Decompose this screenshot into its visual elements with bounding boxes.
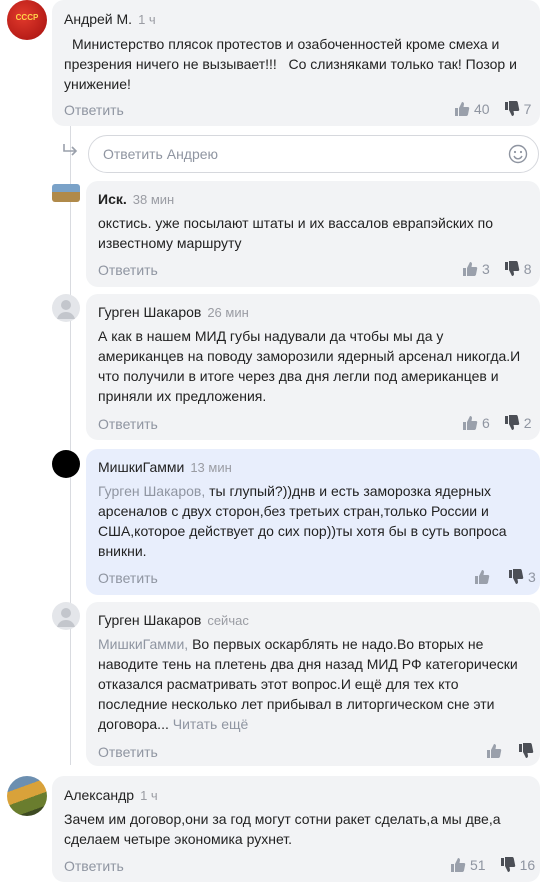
- author-name[interactable]: Иск.: [98, 191, 127, 207]
- vote-controls: 3: [474, 569, 536, 585]
- vote-controls: [486, 743, 538, 759]
- like-count: 40: [474, 101, 490, 117]
- comment-text-line: известному маршруту: [98, 235, 242, 251]
- comment-text: Зачем им договор,они за год могут сотни …: [64, 809, 534, 849]
- author-name[interactable]: Гурген Шакаров: [98, 612, 201, 628]
- reply-arrow-icon: [62, 143, 80, 164]
- thumb-down-icon[interactable]: [508, 569, 524, 585]
- dislike-count: 8: [523, 261, 532, 277]
- comment-time: сейчас: [207, 613, 249, 628]
- avatar[interactable]: [7, 776, 47, 816]
- like-count: 51: [470, 857, 486, 873]
- like-count: 6: [482, 415, 490, 431]
- comment-time: 13 мин: [190, 460, 232, 475]
- author-name[interactable]: Александр: [64, 787, 134, 803]
- thumb-down-icon[interactable]: [504, 101, 520, 117]
- vote-controls: 51 16: [450, 857, 535, 873]
- comment-text-line: приняли их предложения.: [98, 388, 267, 404]
- dislike-count: 16: [519, 857, 536, 873]
- comment-author[interactable]: Андрей М. 1 ч: [64, 11, 156, 27]
- comment-author[interactable]: МишкиГамми 13 мин: [98, 459, 232, 475]
- comment-text-line: вникни.: [98, 543, 147, 559]
- comment-text: Гурген Шакаров, ты глупый?))днв и есть з…: [98, 481, 534, 561]
- comment-text-line: что получили в итоге через два дня легли…: [98, 368, 499, 384]
- comment-text-line: ты глупый?))днв и есть заморозка ядерных: [205, 483, 492, 499]
- read-more-link[interactable]: Читать ещё: [169, 716, 249, 732]
- comment-text-line: унижение!: [64, 76, 131, 92]
- thumb-up-icon[interactable]: [462, 415, 478, 431]
- thread-line: [70, 125, 71, 765]
- reply-placeholder: Ответить Андрею: [103, 146, 219, 162]
- comment-text: МишкиГамми, Во первых оскарблять не надо…: [98, 634, 534, 734]
- vote-controls: 40 7: [454, 101, 531, 117]
- avatar[interactable]: [52, 294, 80, 322]
- thumb-down-icon[interactable]: [504, 415, 520, 431]
- comment-text-line: презрения ничего не вызывает!!! Со слизн…: [64, 56, 517, 72]
- comment-text-line: Зачем им договор,они за год могут сотни …: [64, 811, 501, 827]
- avatar[interactable]: [52, 450, 80, 478]
- comment-text-line: США,которое действует до сих пор))ты хот…: [98, 523, 507, 539]
- reply-button[interactable]: Ответить: [64, 858, 124, 874]
- comment-time: 1 ч: [140, 788, 158, 803]
- user-placeholder-icon: [57, 608, 75, 627]
- comment-text-line: американцев на поводу заморозили ядерный…: [98, 348, 521, 364]
- comment-time: 1 ч: [138, 12, 156, 27]
- author-name[interactable]: Гурген Шакаров: [98, 304, 201, 320]
- comment-author[interactable]: Александр 1 ч: [64, 787, 158, 803]
- avatar-label: СССР: [15, 13, 39, 22]
- author-name[interactable]: Андрей М.: [64, 11, 132, 27]
- comment-text-line: последние несколько лет прибывал в литор…: [98, 696, 495, 712]
- comment-time: 38 мин: [132, 192, 175, 207]
- comment-text-line: договора...: [98, 716, 169, 732]
- comment-author[interactable]: Гурген Шакаров 26 мин: [98, 304, 249, 320]
- dislike-count: 2: [523, 415, 532, 431]
- comment-text-line: сделаем четыре экономика рухнет.: [64, 831, 293, 847]
- thumb-down-icon[interactable]: [500, 857, 516, 873]
- reply-button[interactable]: Ответить: [98, 570, 158, 586]
- comment-text-line: окстись. уже посылают штаты и их вассало…: [98, 215, 494, 231]
- thumb-down-icon[interactable]: [518, 743, 534, 759]
- comment-text: окстись. уже посылают штаты и их вассало…: [98, 213, 534, 253]
- dislike-count: 7: [523, 101, 532, 117]
- mention-link[interactable]: Гурген Шакаров,: [98, 483, 205, 499]
- reply-button[interactable]: Ответить: [98, 744, 158, 760]
- thumb-up-icon[interactable]: [474, 569, 490, 585]
- emoji-icon[interactable]: [508, 144, 528, 169]
- thumb-down-icon[interactable]: [504, 261, 520, 277]
- comment-text-line: арсеналов с двух сторон,без третьих стра…: [98, 503, 489, 519]
- reply-button[interactable]: Ответить: [64, 102, 124, 118]
- thumb-up-icon[interactable]: [462, 261, 478, 277]
- thumb-up-icon[interactable]: [450, 857, 466, 873]
- avatar[interactable]: СССР: [7, 0, 47, 40]
- comment-time: 26 мин: [207, 305, 249, 320]
- comment-text: Министерство плясок протестов и озабочен…: [64, 34, 534, 94]
- comment-text-line: наводите тень на плетень два дня назад М…: [98, 656, 518, 672]
- like-count: 3: [482, 261, 490, 277]
- thumb-up-icon[interactable]: [486, 743, 502, 759]
- comment-text-line: Министерство плясок протестов и озабочен…: [72, 36, 500, 52]
- reply-button[interactable]: Ответить: [98, 262, 158, 278]
- author-name[interactable]: МишкиГамми: [98, 459, 184, 475]
- vote-controls: 3 8: [462, 261, 532, 277]
- reply-input[interactable]: Ответить Андрею: [88, 135, 539, 173]
- thumb-up-icon[interactable]: [454, 101, 470, 117]
- comment-text-line: отказался расматривать этот вопрос.И ещё…: [98, 676, 459, 692]
- comment-text: А как в нашем МИД губы надували да чтобы…: [98, 326, 534, 406]
- comment-text-line: Во первых оскарблять не надо.Во вторых н…: [188, 636, 484, 652]
- user-placeholder-icon: [57, 300, 75, 319]
- reply-button[interactable]: Ответить: [98, 416, 158, 432]
- avatar[interactable]: [52, 602, 80, 630]
- comment-author[interactable]: Гурген Шакаров сейчас: [98, 612, 249, 628]
- mention-link[interactable]: МишкиГамми,: [98, 636, 188, 652]
- comment-author[interactable]: Иск. 38 мин: [98, 191, 174, 207]
- dislike-count: 3: [528, 569, 536, 585]
- vote-controls: 6 2: [462, 415, 532, 431]
- comment-text-line: А как в нашем МИД губы надували да чтобы…: [98, 328, 444, 344]
- avatar[interactable]: [52, 184, 80, 202]
